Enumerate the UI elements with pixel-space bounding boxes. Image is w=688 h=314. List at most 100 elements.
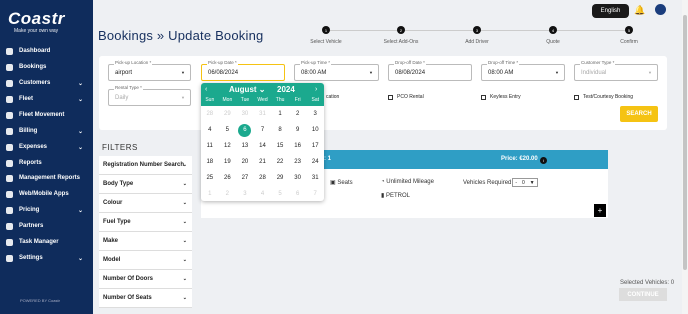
sidebar-item-billing[interactable]: Billing ⌄ [0,124,93,138]
sidebar-item-bookings[interactable]: Bookings [0,60,93,74]
day-cell[interactable]: 6 [289,186,307,202]
day-cell[interactable]: 17 [306,138,324,154]
day-cell[interactable]: 19 [219,154,237,170]
day-cell[interactable]: 12 [219,138,237,154]
filter-item[interactable]: Body Type ⌄ [99,175,192,194]
day-cell[interactable]: 3 [306,106,324,122]
day-cell[interactable]: 14 [254,138,272,154]
info-icon[interactable]: i [540,157,547,164]
day-cell[interactable]: 31 [254,106,272,122]
chevron-down-icon[interactable]: ▼ [530,180,535,186]
day-cell[interactable]: 4 [201,122,219,138]
logo[interactable]: Coastr Make your own way [8,10,86,35]
day-cell[interactable]: 21 [254,154,272,170]
keyless-entry-checkbox[interactable]: Keyless Entry [481,94,521,100]
partial-checkbox-label[interactable]: cation [326,94,339,100]
checkbox-box[interactable] [481,94,486,100]
day-cell[interactable]: 5 [219,122,237,138]
day-cell[interactable]: 30 [236,106,254,122]
sidebar-partners-icon [6,222,13,230]
day-cell[interactable]: 4 [254,186,272,202]
sidebar-item-partners[interactable]: Partners [0,219,93,233]
day-cell[interactable]: 7 [254,122,272,138]
day-cell[interactable]: 16 [289,138,307,154]
filter-item[interactable]: Fuel Type ⌄ [99,213,192,232]
chevron-left-icon[interactable]: ‹ [205,86,207,93]
checkbox-box[interactable] [574,94,579,100]
pco-rental-checkbox[interactable]: PCO Rental [388,94,424,100]
sidebar-item-task-manager[interactable]: Task Manager [0,235,93,249]
filter-item[interactable]: Make ⌄ [99,232,192,251]
bell-icon[interactable]: 🔔 [634,5,645,16]
filter-item[interactable]: Model ⌄ [99,251,192,270]
courtesy-booking-checkbox[interactable]: Test/Courtesy Booking [574,94,633,100]
month-select[interactable]: August ⌄ [229,85,266,94]
day-cell[interactable]: 28 [254,170,272,186]
pickup-date-field[interactable]: Pick-up Date * 06/08/2024 [201,60,285,81]
day-cell[interactable]: 27 [236,170,254,186]
day-cell[interactable]: 15 [271,138,289,154]
dropoff-time-select[interactable]: Drop-off Time * 08:00 AM ▼ [481,60,565,81]
day-cell[interactable]: 31 [306,170,324,186]
day-cell[interactable]: 29 [271,170,289,186]
day-cell[interactable]: 11 [201,138,219,154]
day-cell[interactable]: 18 [201,154,219,170]
day-cell[interactable]: 22 [271,154,289,170]
user-avatar-icon[interactable] [655,4,666,15]
day-cell[interactable]: 13 [236,138,254,154]
continue-button[interactable]: CONTINUE [619,288,667,301]
sidebar-item-customers[interactable]: Customers ⌄ [0,76,93,90]
quantity-stepper[interactable]: -0 ▼ [512,178,538,187]
rental-type-select[interactable]: Rental Type * Daily ▼ [108,85,191,106]
filter-item[interactable]: Colour ⌄ [99,194,192,213]
day-cell[interactable]: 28 [201,106,219,122]
checkbox-box[interactable] [388,94,393,100]
sidebar-item-management-reports[interactable]: Management Reports [0,171,93,185]
step-number: 4 [549,26,557,34]
pickup-date-value: 06/08/2024 [208,70,239,76]
filter-item[interactable]: Registration Number Search ⌄ [99,156,192,175]
sidebar-item-web-mobile-apps[interactable]: Web/Mobile Apps [0,187,93,201]
language-button[interactable]: English [592,4,629,18]
filter-item[interactable]: Number Of Seats ⌄ [99,289,192,308]
sidebar-item-fleet-movement[interactable]: Fleet Movement [0,108,93,122]
day-cell[interactable]: 5 [271,186,289,202]
filter-item[interactable]: Number Of Doors ⌄ [99,270,192,289]
add-vehicle-button[interactable]: + [594,204,606,217]
step-1: 1 Select Vehicle [296,26,356,45]
day-cell[interactable]: 26 [219,170,237,186]
day-cell[interactable]: 3 [236,186,254,202]
pickup-location-select[interactable]: Pick-up Location * airport ▼ [108,60,191,81]
mileage-item: ◔ Unlimited Mileage [381,179,434,185]
sidebar-item-fleet[interactable]: Fleet ⌄ [0,92,93,106]
app-root: Coastr Make your own way Dashboard Bookin… [0,0,688,314]
day-cell[interactable]: 23 [289,154,307,170]
customer-type-select[interactable]: Customer Type * Individual ▼ [574,60,658,81]
decrement-button[interactable]: - [515,180,517,186]
day-cell[interactable]: 1 [201,186,219,202]
day-cell[interactable]: 20 [236,154,254,170]
sidebar-item-dashboard[interactable]: Dashboard [0,44,93,58]
search-button[interactable]: SEARCH [620,106,658,122]
dropoff-date-field[interactable]: Drop-off Date * 08/08/2024 [388,60,472,81]
pickup-time-select[interactable]: Pick-up Time * 08:00 AM ▼ [294,60,379,81]
day-cell[interactable]: 10 [306,122,324,138]
sidebar-item-reports[interactable]: Reports [0,156,93,170]
day-cell[interactable]: 2 [289,106,307,122]
chevron-right-icon[interactable]: › [315,86,317,93]
year-input[interactable]: 2024 [277,85,295,94]
scrollbar-thumb[interactable] [683,15,687,270]
day-cell[interactable]: 2 [219,186,237,202]
selected-day[interactable]: 6 [236,122,254,138]
day-cell[interactable]: 8 [271,122,289,138]
day-cell[interactable]: 30 [289,170,307,186]
day-cell[interactable]: 1 [271,106,289,122]
day-cell[interactable]: 24 [306,154,324,170]
day-cell[interactable]: 25 [201,170,219,186]
sidebar-item-pricing[interactable]: Pricing ⌄ [0,203,93,217]
day-cell[interactable]: 29 [219,106,237,122]
sidebar-item-expenses[interactable]: Expenses ⌄ [0,140,93,154]
day-cell[interactable]: 7 [306,186,324,202]
sidebar-item-settings[interactable]: Settings ⌄ [0,251,93,265]
day-cell[interactable]: 9 [289,122,307,138]
